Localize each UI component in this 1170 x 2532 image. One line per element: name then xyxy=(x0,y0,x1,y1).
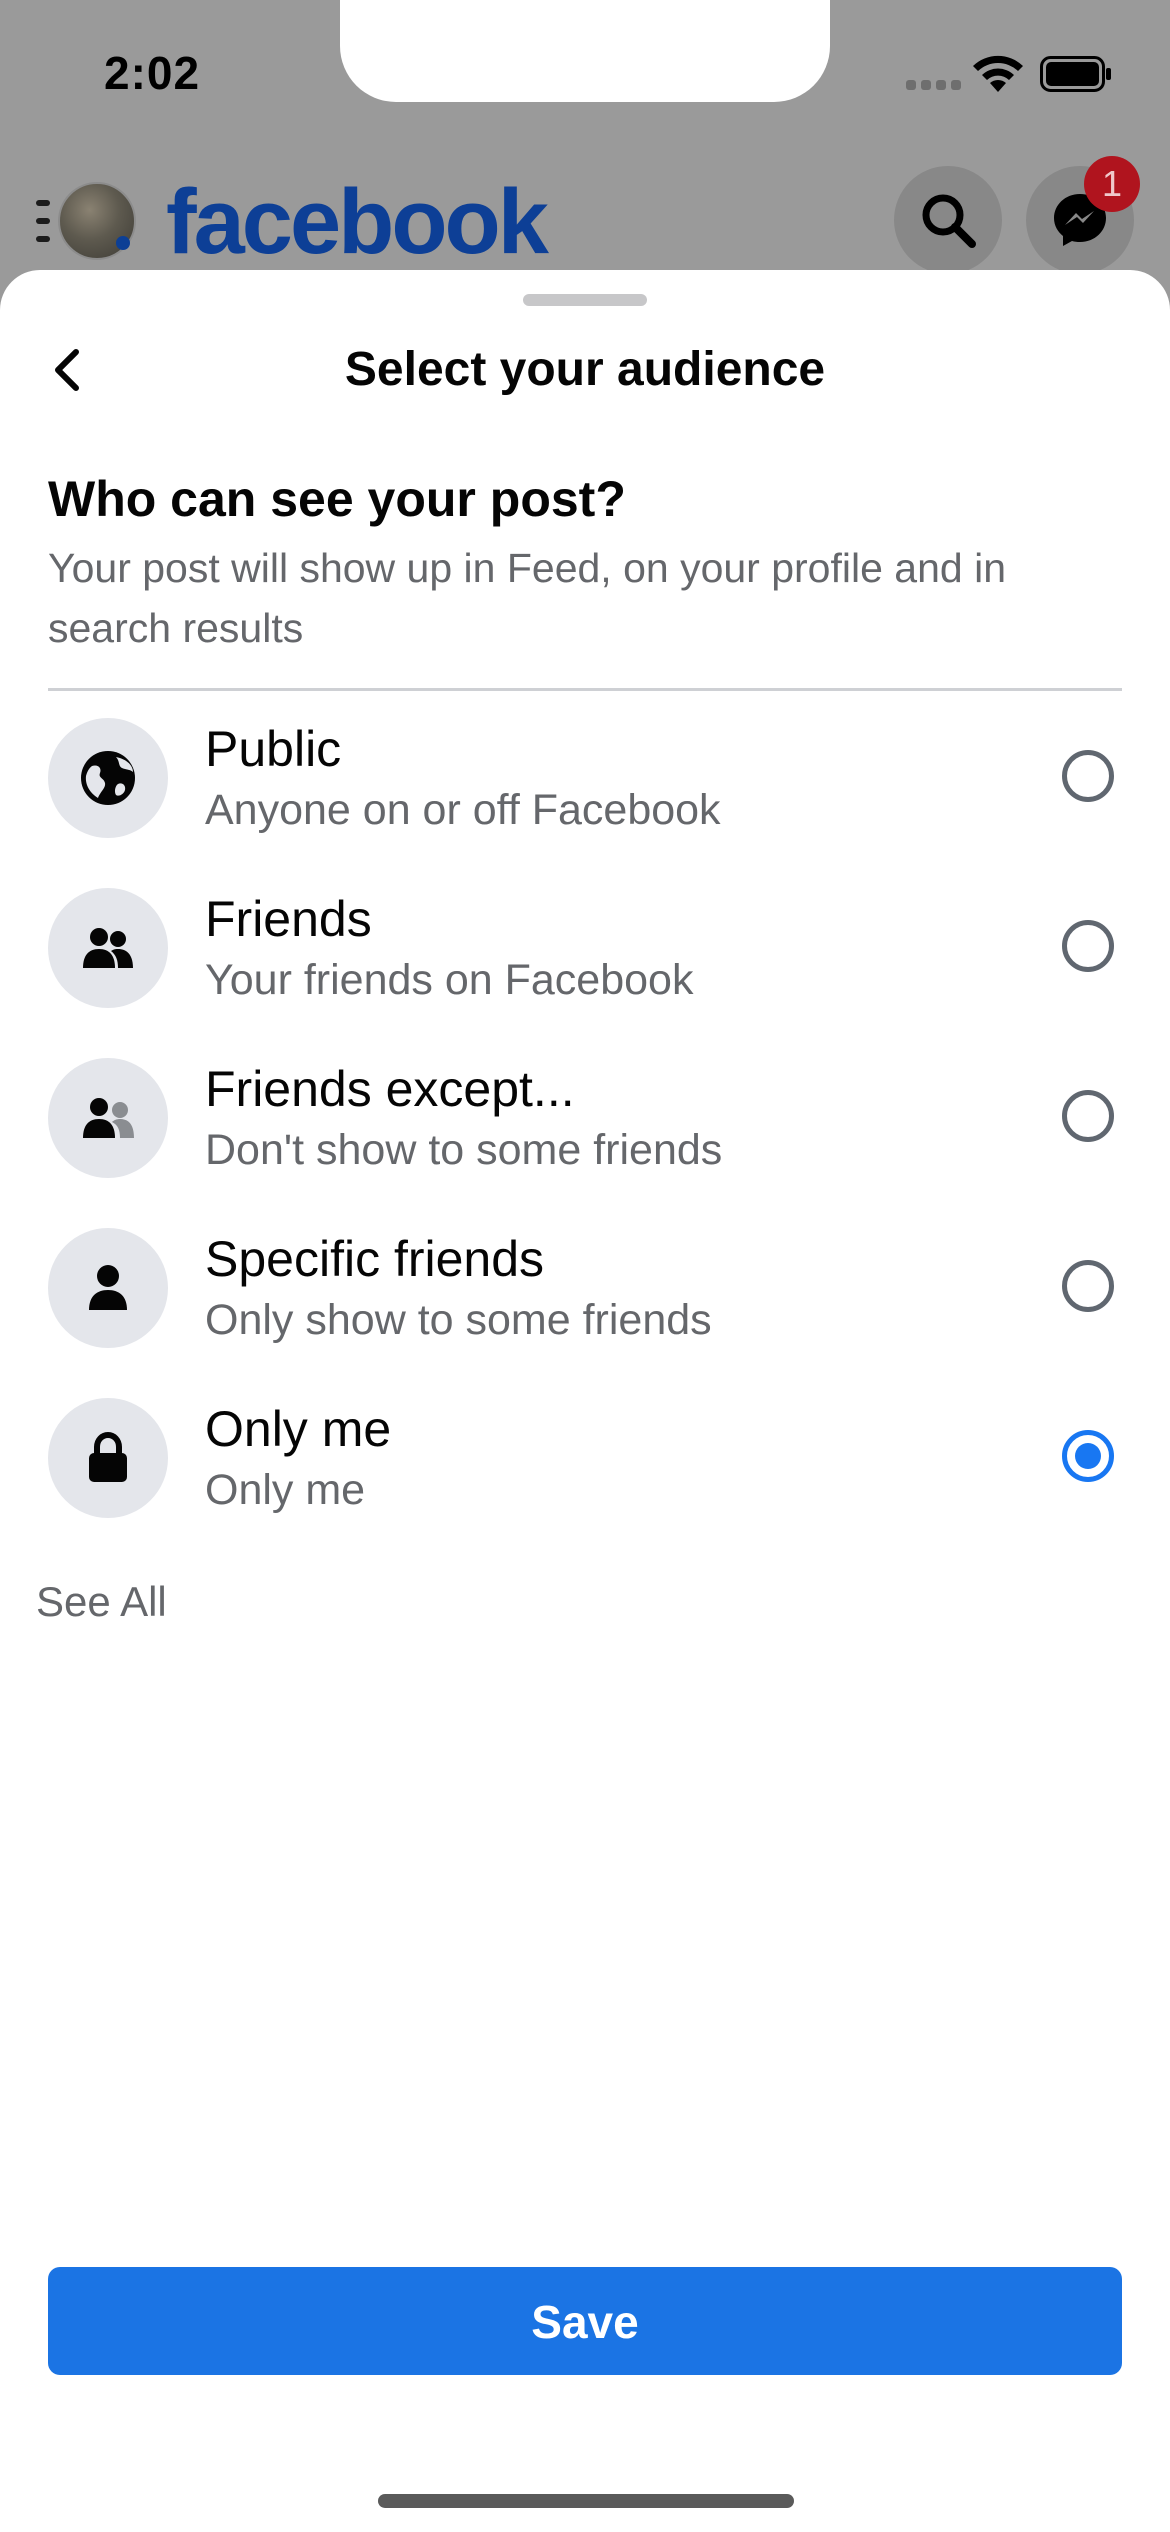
chevron-left-icon xyxy=(55,349,79,391)
option-icon-circle xyxy=(48,1228,168,1348)
status-bar: 2:02 xyxy=(0,0,1170,150)
option-title: Friends xyxy=(205,891,372,947)
radio-button[interactable] xyxy=(1062,750,1114,802)
app-header: facebook 1 xyxy=(0,150,1170,290)
audience-question-description: Your post will show up in Feed, on your … xyxy=(48,545,1006,651)
option-title: Public xyxy=(205,721,342,777)
option-friends-except[interactable]: Friends except... Don't show to some fri… xyxy=(0,1036,1170,1206)
save-button[interactable]: Save xyxy=(48,2267,1122,2375)
lock-icon xyxy=(89,1431,127,1482)
friends-icon xyxy=(83,928,133,968)
search-icon xyxy=(922,194,976,248)
device-notch xyxy=(340,0,830,102)
radio-button-selected[interactable] xyxy=(1062,1430,1114,1482)
option-specific-friends[interactable]: Specific friends Only show to some frien… xyxy=(0,1206,1170,1376)
radio-button[interactable] xyxy=(1062,1260,1114,1312)
option-public[interactable]: Public Anyone on or off Facebook xyxy=(0,696,1170,866)
battery-icon xyxy=(1040,56,1112,92)
friends-except-icon xyxy=(83,1098,134,1138)
facebook-logo: facebook xyxy=(166,171,549,273)
sheet-grabber[interactable] xyxy=(523,294,647,306)
radio-button[interactable] xyxy=(1062,920,1114,972)
option-subtitle: Only show to some friends xyxy=(205,1296,712,1344)
wifi-icon xyxy=(970,52,1026,94)
menu-icon[interactable] xyxy=(36,200,56,244)
audience-sheet: Select your audience Who can see your po… xyxy=(0,270,1170,2532)
search-button[interactable] xyxy=(894,166,1002,274)
status-time: 2:02 xyxy=(104,47,201,99)
option-only-me[interactable]: Only me Only me xyxy=(0,1376,1170,1546)
back-button[interactable] xyxy=(40,340,100,400)
messenger-badge: 1 xyxy=(1084,156,1140,212)
option-icon-circle xyxy=(48,888,168,1008)
person-icon xyxy=(89,1265,127,1310)
option-title: Friends except... xyxy=(205,1061,575,1117)
audience-options: Public Anyone on or off Facebook Friends… xyxy=(0,696,1170,1546)
option-subtitle: Your friends on Facebook xyxy=(205,956,694,1004)
option-subtitle: Anyone on or off Facebook xyxy=(205,786,721,834)
radio-button[interactable] xyxy=(1062,1090,1114,1142)
home-indicator xyxy=(378,2494,794,2508)
audience-question: Who can see your post? xyxy=(48,471,626,527)
sheet-title: Select your audience xyxy=(344,343,826,396)
option-icon-circle xyxy=(48,1398,168,1518)
avatar-status-dot xyxy=(116,236,130,250)
see-all-link[interactable]: See All xyxy=(36,1578,167,1626)
option-subtitle: Only me xyxy=(205,1466,366,1514)
option-icon-circle xyxy=(48,1058,168,1178)
option-friends[interactable]: Friends Your friends on Facebook xyxy=(0,866,1170,1036)
option-title: Specific friends xyxy=(205,1231,545,1287)
divider xyxy=(48,688,1122,691)
globe-icon xyxy=(81,751,135,805)
option-subtitle: Don't show to some friends xyxy=(205,1126,723,1174)
option-title: Only me xyxy=(205,1401,392,1457)
cellular-signal-icon xyxy=(906,80,962,92)
option-icon-circle xyxy=(48,718,168,838)
